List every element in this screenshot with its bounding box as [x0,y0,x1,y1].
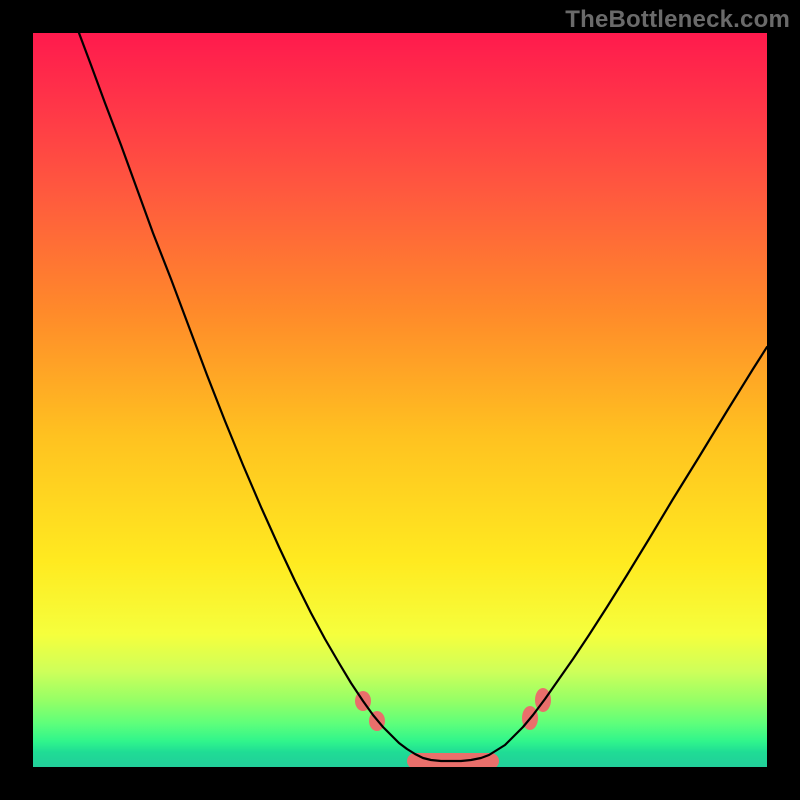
curve-layer [33,33,767,767]
watermark-text: TheBottleneck.com [565,6,790,34]
bottleneck-curve [79,33,767,761]
chart-frame [33,33,767,767]
